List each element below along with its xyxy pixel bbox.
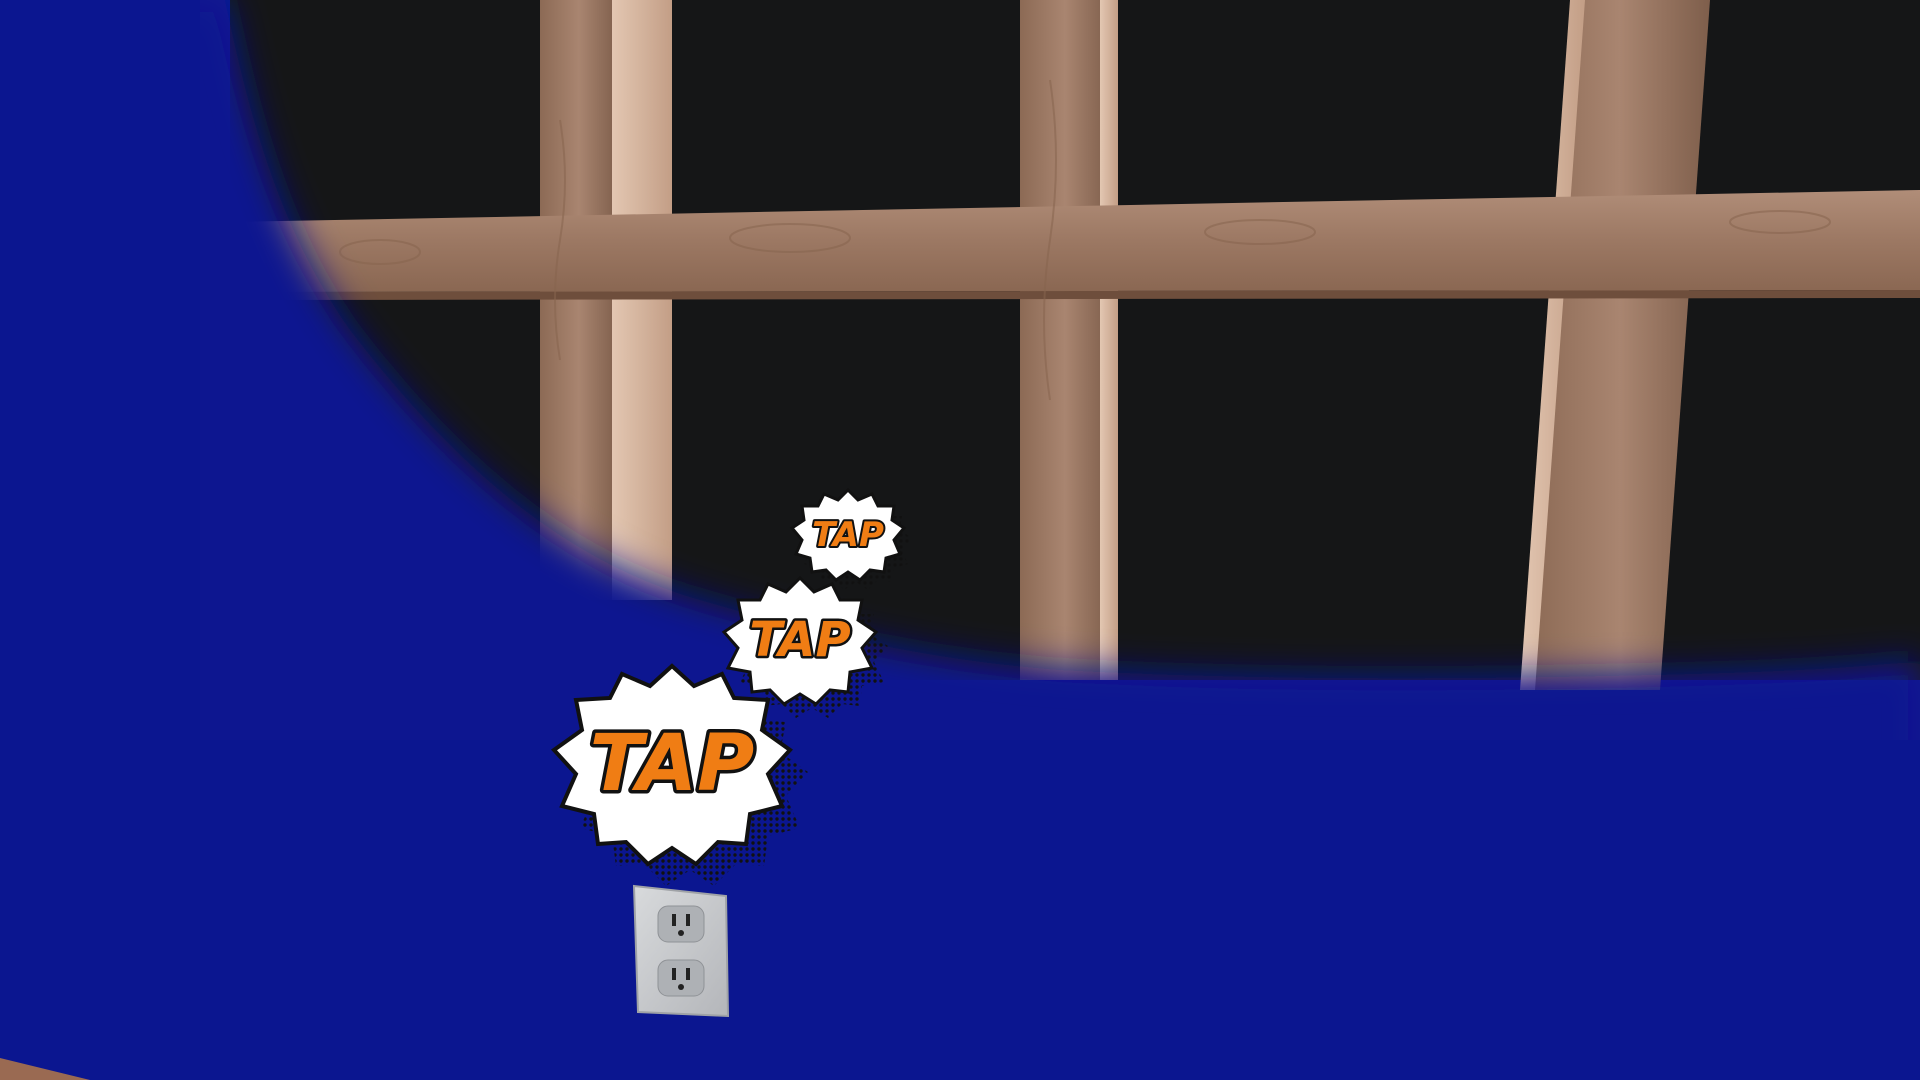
wall-lower bbox=[0, 740, 1920, 1080]
window-mullion-1-side bbox=[612, 0, 672, 600]
outlet-socket-top bbox=[657, 905, 705, 943]
game-scene: TAP TAP TAP bbox=[0, 0, 1920, 1080]
tap-text-small: TAP bbox=[812, 515, 884, 555]
outlet-socket-bottom bbox=[657, 959, 705, 997]
tap-text-medium: TAP bbox=[749, 612, 850, 668]
wall-left bbox=[0, 0, 200, 1080]
window-mullion-1 bbox=[540, 0, 618, 600]
wall-outlet-icon[interactable] bbox=[632, 884, 730, 1018]
window-mullion-2 bbox=[1020, 0, 1110, 680]
window-mullion-2-side bbox=[1100, 0, 1118, 680]
tap-text-large: TAP bbox=[590, 719, 755, 809]
